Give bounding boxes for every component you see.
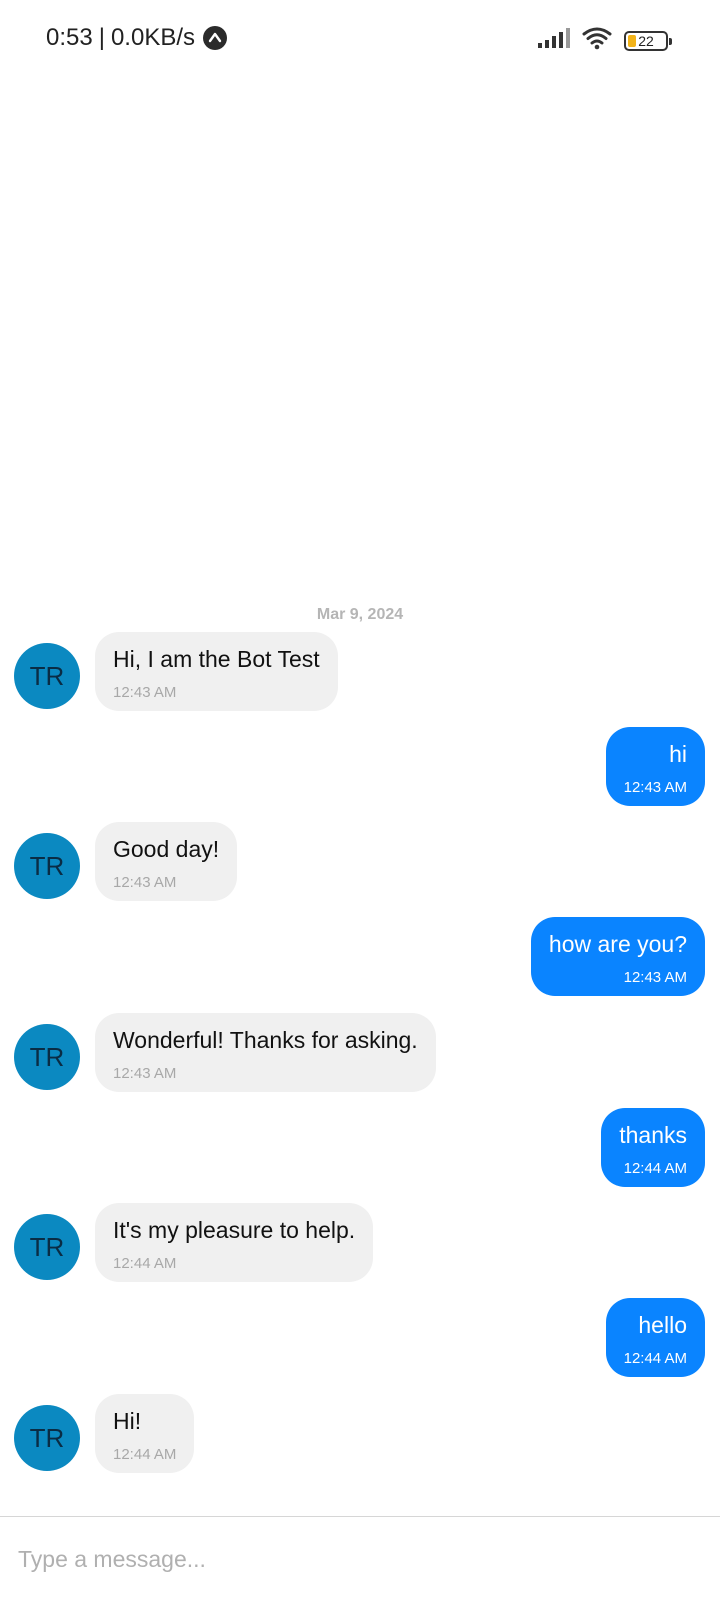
- message-composer: [0, 1516, 720, 1600]
- avatar[interactable]: TR: [14, 1405, 80, 1471]
- incoming-message-bubble[interactable]: It's my pleasure to help. 12:44 AM: [95, 1203, 374, 1282]
- message-timestamp: 12:43 AM: [113, 684, 177, 701]
- avatar[interactable]: TR: [14, 1024, 80, 1090]
- avatar[interactable]: TR: [14, 833, 80, 899]
- message-text: thanks: [619, 1122, 687, 1148]
- message-timestamp: 12:44 AM: [623, 1350, 687, 1367]
- message-list[interactable]: Mar 9, 2024 TR Hi, I am the Bot Test 12:43…: [0, 0, 720, 1516]
- message-timestamp: 12:44 AM: [623, 1160, 687, 1177]
- outgoing-message-bubble[interactable]: hello 12:44 AM: [605, 1298, 705, 1377]
- outgoing-message-bubble[interactable]: thanks 12:44 AM: [601, 1108, 705, 1187]
- message-text: hi: [669, 741, 687, 767]
- incoming-message-bubble[interactable]: Hi! 12:44 AM: [95, 1394, 195, 1473]
- message-text: It's my pleasure to help.: [113, 1217, 356, 1243]
- message-timestamp: 12:43 AM: [113, 1065, 177, 1082]
- outgoing-message-bubble[interactable]: how are you? 12:43 AM: [530, 917, 705, 996]
- avatar[interactable]: TR: [14, 643, 80, 709]
- incoming-message-bubble[interactable]: Wonderful! Thanks for asking. 12:43 AM: [95, 1013, 436, 1092]
- message-timestamp: 12:44 AM: [113, 1446, 177, 1463]
- message-timestamp: 12:43 AM: [113, 874, 177, 891]
- incoming-message-bubble[interactable]: Hi, I am the Bot Test 12:43 AM: [95, 632, 338, 711]
- outgoing-message-bubble[interactable]: hi 12:43 AM: [605, 727, 705, 806]
- message-text: Good day!: [113, 836, 220, 862]
- message-timestamp: 12:43 AM: [623, 969, 687, 986]
- avatar[interactable]: TR: [14, 1214, 80, 1280]
- chat-screen: 0:53 | 0.0KB/s 22 Mar 9, 2024 TR Hi, I a…: [0, 0, 720, 1600]
- date-separator: Mar 9, 2024: [316, 606, 404, 623]
- battery-percentage: 22: [638, 32, 654, 49]
- message-input[interactable]: [18, 1539, 698, 1579]
- message-timestamp: 12:43 AM: [623, 779, 687, 796]
- incoming-message-bubble[interactable]: Good day! 12:43 AM: [95, 822, 238, 901]
- message-text: Wonderful! Thanks for asking.: [113, 1027, 418, 1053]
- message-text: how are you?: [548, 931, 687, 957]
- message-text: hello: [638, 1312, 687, 1338]
- message-timestamp: 12:44 AM: [113, 1255, 177, 1272]
- message-text: Hi, I am the Bot Test: [113, 646, 320, 672]
- message-text: Hi!: [113, 1408, 142, 1434]
